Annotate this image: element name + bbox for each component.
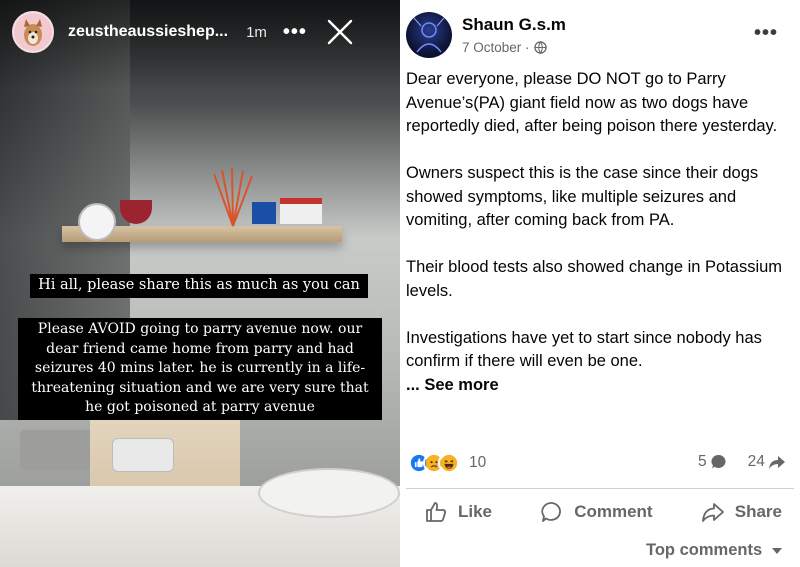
share-arrow-icon [768,456,785,469]
thumbs-up-icon [426,502,446,522]
post-paragraph: Owners suspect this is the case since th… [406,164,759,229]
share-label: Share [734,502,782,521]
caret-down-icon [772,547,783,554]
see-more-link[interactable]: ... See more [406,374,791,398]
post-author-name[interactable]: Shaun G.s.m [462,15,566,35]
facebook-post: Shaun G.s.m 7 October · ••• Dear everyon… [400,0,800,567]
story-caption-share: Hi all, please share this as much as you… [30,274,368,298]
post-body: Dear everyone, please DO NOT go to Parry… [406,68,791,397]
story-phone [112,438,174,472]
instagram-story[interactable]: zeustheaussieshep... 1m ••• Hi all, plea… [0,0,400,567]
post-divider [406,488,794,489]
comment-count[interactable]: 5 [698,453,707,471]
more-horizontal-icon[interactable]: ••• [283,21,307,44]
story-username[interactable]: zeustheaussieshep... [68,23,228,41]
post-options-icon[interactable]: ••• [754,22,778,45]
comment-icon [541,502,562,522]
post-paragraph: Their blood tests also showed change in … [406,258,783,300]
author-avatar[interactable] [406,12,452,58]
reaction-count: 10 [469,454,487,471]
story-tray [258,468,400,518]
close-icon[interactable] [327,19,353,45]
story-decor [213,168,253,227]
comment-bubble-icon [711,454,726,469]
story-avatar[interactable] [12,11,54,53]
story-clock [78,203,116,241]
share-button[interactable]: Share [701,496,782,528]
comment-button[interactable]: Comment [540,496,653,528]
post-paragraph: Dear everyone, please DO NOT go to Parry… [406,70,778,135]
story-boxes [252,198,322,224]
post-paragraph: Investigations have yet to start since n… [406,328,762,371]
story-caption-warning: Please AVOID going to parry avenue now. … [18,318,382,420]
post-meta: 7 October · [462,40,547,55]
dog-avatar-icon [24,19,42,46]
share-count[interactable]: 24 [748,453,765,471]
story-header: zeustheaussieshep... 1m ••• [12,10,392,54]
comment-label: Comment [574,502,653,521]
top-comments-dropdown[interactable]: Top comments [646,541,784,560]
reactions-summary[interactable]: 10 [408,452,486,474]
globe-icon [533,41,547,54]
profile-picture-icon [413,17,445,53]
post-action-bar: Like Comment Share [400,496,800,528]
engagement-counts: 5 24 [698,453,786,471]
like-label: Like [458,502,493,521]
haha-reaction-icon [438,452,460,474]
story-timestamp: 1m [246,23,267,41]
like-button[interactable]: Like [424,496,492,528]
share-icon [701,503,724,522]
post-date[interactable]: 7 October · [462,40,530,55]
story-sink [20,430,100,470]
top-comments-label: Top comments [646,541,763,559]
